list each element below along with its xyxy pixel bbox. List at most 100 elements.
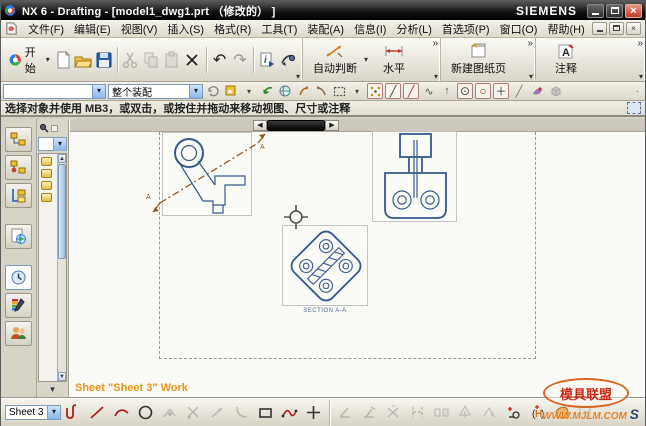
part-navigator-tab[interactable] — [5, 183, 32, 208]
mdi-restore-button[interactable] — [609, 22, 624, 35]
scroll-right-icon[interactable]: ▶ — [325, 120, 339, 131]
dimension-group-options-icon[interactable]: ▾ — [434, 73, 438, 81]
rectangle-select-dropdown-icon[interactable]: ▾ — [349, 83, 365, 99]
touch-gesture-button[interactable] — [277, 48, 297, 72]
menu-edit[interactable]: 编辑(E) — [69, 20, 116, 38]
sketch-constraints-group-icon[interactable]: (H) — [526, 402, 549, 424]
arc-icon[interactable] — [110, 402, 133, 424]
sheet-group-options-icon[interactable]: ▾ — [529, 73, 533, 81]
annotation-button[interactable]: A 注释 — [540, 41, 592, 79]
panel-scrollbar[interactable]: ▲ ▼ — [57, 154, 66, 381]
menu-tools[interactable]: 工具(T) — [256, 20, 302, 38]
assembly-navigator-tab[interactable] — [5, 127, 32, 152]
horizontal-dimension-button[interactable]: 水平 — [368, 41, 420, 79]
delete-button[interactable] — [182, 48, 202, 72]
profile-icon[interactable] — [62, 402, 85, 424]
update-model-icon[interactable] — [502, 402, 525, 424]
information-button[interactable]: i — [257, 48, 277, 72]
roles-tab[interactable] — [5, 321, 32, 346]
snap-arc-center-icon[interactable]: ⊙ — [457, 83, 473, 99]
menu-information[interactable]: 信息(I) — [349, 20, 391, 38]
panel-scroll-thumb[interactable] — [58, 164, 66, 259]
graphics-canvas[interactable]: ◀ ▶ — [69, 119, 645, 398]
scroll-thumb[interactable] — [267, 120, 325, 131]
rectangle-icon[interactable] — [254, 402, 277, 424]
history-tab[interactable] — [5, 265, 32, 290]
scroll-down-icon[interactable]: ▼ — [58, 372, 66, 381]
selbar-overflow-icon[interactable]: · — [636, 86, 639, 97]
selection-scope-combo[interactable]: 整个装配 ▾ — [108, 84, 203, 99]
annotation-group-expand-icon[interactable]: » — [637, 39, 643, 48]
menu-assemblies[interactable]: 装配(A) — [302, 20, 349, 38]
sheet-group-expand-icon[interactable]: » — [527, 39, 533, 48]
snap-point-on-curve-icon[interactable]: ╱ — [511, 83, 527, 99]
highlight-dropdown-icon[interactable]: ▾ — [241, 83, 257, 99]
type-filter-combo[interactable]: ▾ — [3, 84, 106, 99]
snap-intersection-icon[interactable]: ↑ — [439, 83, 455, 99]
sheet-combo[interactable]: Sheet 3 ▾ — [5, 405, 61, 420]
sheet-combo-dropdown-icon[interactable]: ▾ — [47, 406, 60, 419]
panel-expand-icon[interactable]: ▼ — [49, 385, 57, 394]
constraint-navigator-tab[interactable] — [5, 155, 32, 180]
tree-node-icon[interactable] — [41, 193, 52, 202]
annotation-group-options-icon[interactable]: ▾ — [639, 73, 643, 81]
open-file-button[interactable] — [73, 48, 93, 72]
drafting-view-front[interactable] — [372, 131, 457, 222]
panel-filter-dropdown-icon[interactable]: ▾ — [53, 138, 66, 151]
previous-selection-icon[interactable] — [259, 83, 275, 99]
undo-button[interactable]: ↶ — [209, 48, 229, 72]
snap-curve-icon[interactable]: ∿ — [421, 83, 437, 99]
menu-insert[interactable]: 插入(S) — [162, 20, 209, 38]
snap-quadrant-icon[interactable]: ○ — [475, 83, 491, 99]
section-line-a-a[interactable]: A A — [146, 127, 270, 219]
toolbar-options-icon[interactable]: ▾ — [296, 73, 300, 81]
snap-midpoint-icon[interactable]: ╱ — [403, 83, 419, 99]
selection-scope-dropdown-icon[interactable]: ▾ — [189, 85, 202, 98]
menu-preferences[interactable]: 首选项(P) — [437, 20, 495, 38]
orient-down-icon[interactable] — [313, 83, 329, 99]
point-icon[interactable] — [302, 402, 325, 424]
menu-format[interactable]: 格式(R) — [209, 20, 256, 38]
inferred-dimension-button[interactable]: 自动判断 — [307, 41, 363, 79]
minimize-button[interactable] — [587, 4, 604, 18]
snap-existing-point-icon[interactable]: ＋ — [493, 83, 509, 99]
line-icon[interactable] — [86, 402, 109, 424]
tree-node-icon[interactable] — [41, 181, 52, 190]
snap-endpoint-icon[interactable]: ╱ — [385, 83, 401, 99]
new-sheet-button[interactable]: 新建图纸页 — [445, 41, 512, 79]
qc-sphere-icon[interactable] — [277, 83, 293, 99]
menu-window[interactable]: 窗口(O) — [495, 20, 543, 38]
tree-node-icon[interactable] — [41, 169, 52, 178]
refresh-icon[interactable] — [205, 83, 221, 99]
rectangle-select-icon[interactable] — [331, 83, 347, 99]
reuse-library-tab[interactable] — [5, 224, 32, 249]
mdi-minimize-button[interactable] — [592, 22, 607, 35]
menu-help[interactable]: 帮助(H) — [542, 20, 589, 38]
drafting-view-section[interactable]: SECTION A-A — [282, 225, 368, 306]
start-button[interactable]: 开始 ▾ — [5, 47, 53, 73]
mdi-close-button[interactable]: × — [626, 22, 641, 35]
circle-icon[interactable] — [134, 402, 157, 424]
new-file-button[interactable] — [53, 48, 73, 72]
navigator-tree[interactable]: ▲ ▼ — [38, 153, 67, 382]
maximize-button[interactable] — [606, 4, 623, 18]
dimension-group-expand-icon[interactable]: » — [432, 39, 438, 48]
studio-spline-icon[interactable] — [278, 402, 301, 424]
scroll-up-icon[interactable]: ▲ — [58, 154, 66, 163]
type-filter-dropdown-icon[interactable]: ▾ — [92, 85, 105, 98]
selection-box-icon[interactable] — [627, 102, 641, 114]
menu-view[interactable]: 视图(V) — [116, 20, 163, 38]
snap-point-on-surface-icon[interactable] — [529, 83, 545, 99]
orient-up-icon[interactable] — [295, 83, 311, 99]
tree-node-icon[interactable] — [41, 157, 52, 166]
clay-style-icon[interactable] — [550, 402, 573, 424]
save-button[interactable] — [94, 48, 114, 72]
snap-point-icon[interactable] — [367, 83, 383, 99]
menu-file[interactable]: 文件(F) — [23, 20, 69, 38]
pin-icon[interactable] — [39, 123, 49, 133]
highlight-icon[interactable] — [223, 83, 239, 99]
menu-analysis[interactable]: 分析(L) — [391, 20, 436, 38]
panel-filter-combo[interactable]: ▾ — [38, 137, 67, 151]
panel-option-box[interactable] — [51, 125, 58, 132]
close-button[interactable]: × — [625, 4, 642, 18]
